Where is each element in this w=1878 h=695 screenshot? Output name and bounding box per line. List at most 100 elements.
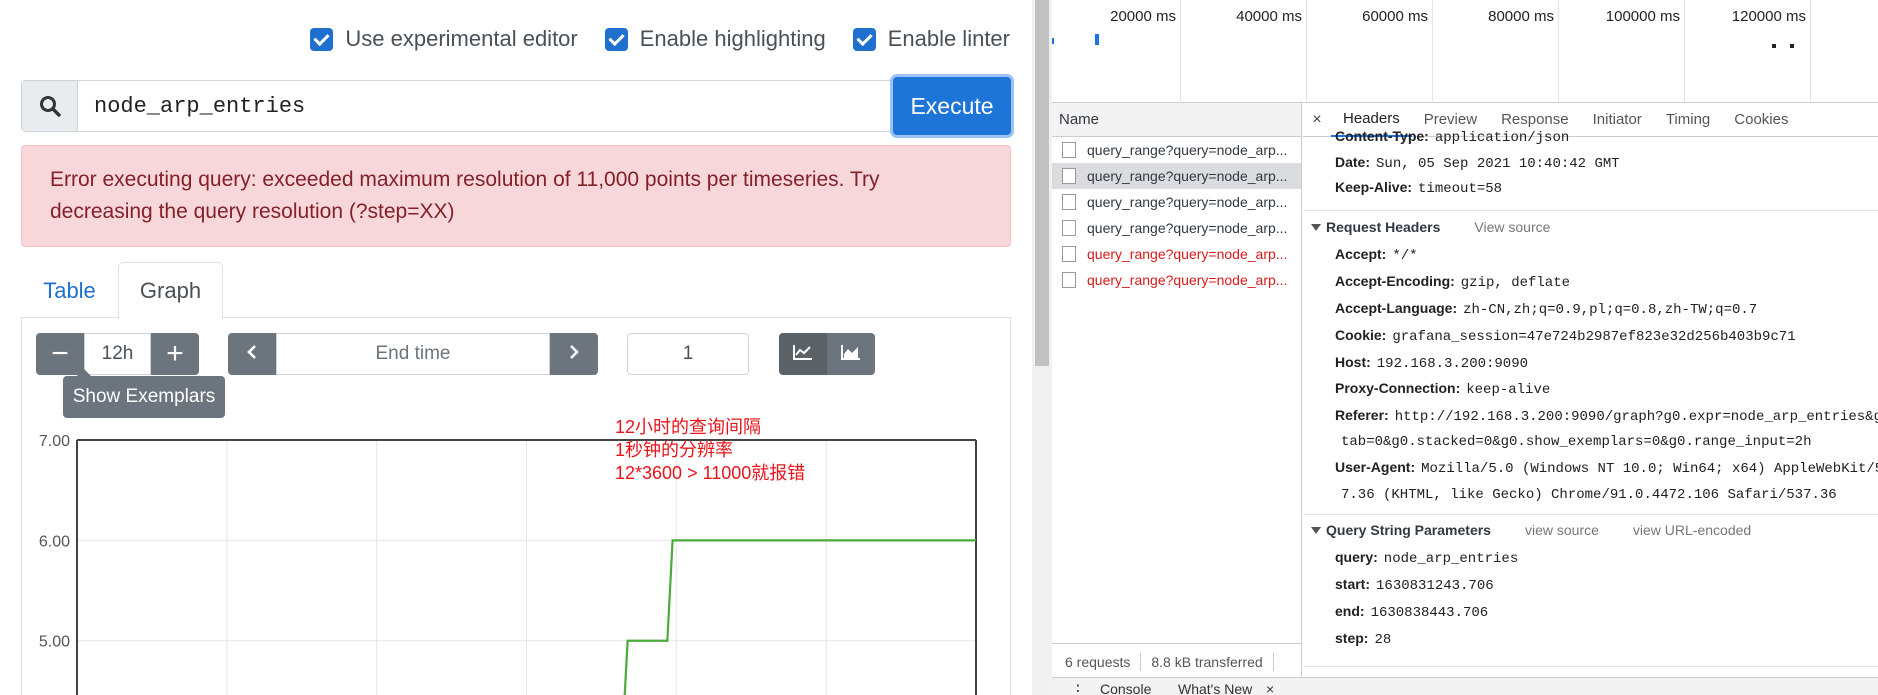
tab-cookies[interactable]: Cookies	[1722, 103, 1800, 137]
header-value: */*	[1392, 248, 1418, 264]
header-row: Accept-Encoding: gzip, deflate	[1335, 273, 1570, 291]
header-value: Mozilla/5.0 (Windows NT 10.0; Win64; x64…	[1421, 461, 1878, 477]
header-row: end: 1630838443.706	[1335, 603, 1488, 621]
end-time-back-button[interactable]	[228, 333, 276, 375]
checkbox-checked-icon[interactable]	[852, 27, 876, 51]
header-key: query:	[1335, 549, 1378, 565]
header-row: Accept: */*	[1335, 246, 1418, 264]
line-chart-icon	[793, 344, 813, 365]
header-key: Date:	[1335, 154, 1371, 170]
header-value: zh-CN,zh;q=0.9,pl;q=0.8,zh-TW;q=0.7	[1463, 302, 1758, 318]
view-source-link[interactable]: View source	[1474, 219, 1550, 235]
timeline-tick-label: 80000 ms	[1488, 8, 1554, 25]
request-row[interactable]: query_range?query=node_arp...	[1052, 137, 1301, 163]
tab-timing[interactable]: Timing	[1654, 103, 1722, 137]
end-time-input[interactable]: End time	[276, 333, 550, 375]
view-source-link[interactable]: view source	[1525, 522, 1599, 538]
graph-canvas: 7.00 6.00 5.00	[39, 433, 977, 695]
request-details: × Headers Preview Response Initiator Timing C…	[1303, 103, 1878, 695]
error-text-line: decreasing the query resolution (?step=X…	[50, 200, 455, 223]
annotation-line: 12*3600 > 11000就报错	[615, 463, 806, 483]
request-row[interactable]: query_range?query=node_arp...	[1052, 241, 1301, 267]
stacked-chart-button[interactable]	[827, 333, 875, 375]
header-key: Cookie:	[1335, 327, 1387, 343]
header-key: Keep-Alive:	[1335, 179, 1413, 195]
transferred-size: 8.8 kB transferred	[1151, 654, 1263, 670]
divider	[1303, 666, 1878, 667]
header-value: 192.168.3.200:9090	[1376, 356, 1529, 372]
result-tabs: Table Graph	[21, 262, 1011, 319]
header-row: User-Agent: Mozilla/5.0 (Windows NT 10.0;…	[1335, 459, 1878, 477]
page-scrollbar[interactable]	[1032, 0, 1052, 695]
option-experimental-editor[interactable]: Use experimental editor	[310, 26, 578, 52]
timeline-gridline	[1306, 0, 1307, 103]
request-name: query_range?query=node_arp...	[1087, 194, 1288, 210]
timeline-request-bar	[1052, 38, 1054, 44]
request-row[interactable]: query_range?query=node_arp...	[1052, 163, 1301, 189]
timeline-gridline	[1432, 0, 1433, 103]
tab-graph[interactable]: Graph	[118, 262, 223, 319]
header-value: 1630831243.706	[1376, 578, 1494, 594]
section-header[interactable]: Request Headers View source	[1311, 219, 1550, 235]
tab-initiator[interactable]: Initiator	[1581, 103, 1654, 137]
execute-button[interactable]: Execute	[893, 77, 1011, 135]
header-row: Referer: http://192.168.3.200:9090/graph?…	[1335, 407, 1878, 425]
timeline-tick-label: 20000 ms	[1110, 8, 1176, 25]
range-input[interactable]: 12h	[84, 333, 151, 375]
request-row[interactable]: query_range?query=node_arp...	[1052, 215, 1301, 241]
section-title: Query String Parameters	[1326, 522, 1491, 538]
tab-table[interactable]: Table	[21, 262, 118, 319]
drawer-tab-console[interactable]: Console	[1100, 681, 1151, 695]
devtools-network-panel: 20000 ms 40000 ms 60000 ms 80000 ms 100000 m…	[1052, 0, 1878, 695]
scrollbar-thumb[interactable]	[1035, 0, 1049, 366]
devtools-drawer: ⋮ Console What's New ×	[1052, 677, 1878, 695]
header-key: Accept-Language:	[1335, 300, 1458, 316]
timeline-gridline	[1180, 0, 1181, 103]
header-key: Host:	[1335, 354, 1371, 370]
triangle-down-icon	[1311, 224, 1321, 231]
view-source-link[interactable]: view URL-encoded	[1633, 522, 1751, 538]
request-row[interactable]: query_range?query=node_arp...	[1052, 189, 1301, 215]
expression-input[interactable]: node_arp_entries	[78, 81, 956, 131]
request-name: query_range?query=node_arp...	[1087, 142, 1288, 158]
header-key: start:	[1335, 576, 1371, 592]
editor-options: Use experimental editor Enable highlight…	[310, 26, 1010, 52]
option-label: Enable linter	[887, 26, 1010, 51]
header-key: step:	[1335, 630, 1369, 646]
header-value: timeout=58	[1418, 181, 1503, 197]
divider	[1140, 653, 1142, 671]
network-timeline[interactable]: 20000 ms 40000 ms 60000 ms 80000 ms 100000 m…	[1052, 0, 1878, 103]
checkbox-checked-icon[interactable]	[604, 27, 628, 51]
timeline-tick-label: 120000 ms	[1731, 8, 1806, 25]
search-icon	[22, 81, 78, 131]
header-value: keep-alive	[1466, 382, 1551, 398]
document-icon	[1062, 272, 1076, 288]
divider	[1303, 514, 1878, 515]
header-row: Cookie: grafana_session=47e724b2987ef823e…	[1335, 327, 1796, 345]
name-column-header[interactable]: Name	[1052, 103, 1301, 137]
query-bar: node_arp_entries	[21, 80, 1011, 132]
section-header[interactable]: Query String Parameters view source view U…	[1311, 522, 1751, 538]
close-icon[interactable]: ×	[1266, 681, 1274, 695]
drawer-tab-whats-new[interactable]: What's New	[1178, 681, 1252, 695]
range-increase-button[interactable]: +	[151, 333, 199, 375]
timeline-gridline	[1810, 0, 1811, 103]
checkbox-checked-icon[interactable]	[310, 27, 334, 51]
request-row[interactable]: query_range?query=node_arp...	[1052, 267, 1301, 293]
resolution-input[interactable]: 1	[627, 333, 749, 375]
header-key: User-Agent:	[1335, 459, 1416, 475]
option-highlighting[interactable]: Enable highlighting	[604, 26, 826, 52]
unstacked-chart-button[interactable]	[779, 333, 827, 375]
timeline-gridline	[1684, 0, 1685, 103]
timeline-request-bar	[1790, 44, 1794, 48]
error-alert: Error executing query: exceeded maximum …	[21, 145, 1011, 247]
chevron-right-icon	[567, 344, 581, 365]
option-linter[interactable]: Enable linter	[852, 26, 1010, 52]
triangle-down-icon	[1311, 527, 1321, 534]
header-row: Proxy-Connection: keep-alive	[1335, 380, 1550, 398]
drawer-menu-icon[interactable]: ⋮	[1070, 681, 1086, 695]
header-row: start: 1630831243.706	[1335, 576, 1494, 594]
close-icon[interactable]: ×	[1303, 111, 1331, 129]
header-value: http://192.168.3.200:9090/graph?g0.expr=…	[1394, 409, 1878, 425]
end-time-forward-button[interactable]	[550, 333, 598, 375]
